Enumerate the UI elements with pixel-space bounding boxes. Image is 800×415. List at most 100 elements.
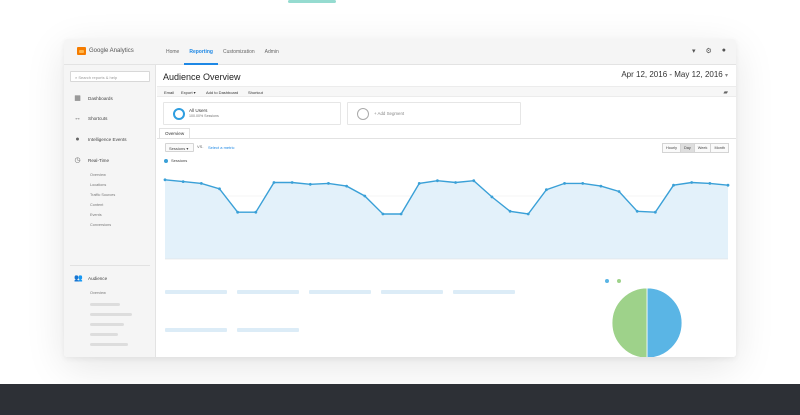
chart-point[interactable] [472,179,476,183]
chart-point[interactable] [308,182,312,186]
sidebar-subitem-placeholder[interactable] [90,343,128,346]
shortcut-button[interactable]: Shortcut [248,90,263,95]
segment-name: All Users [189,108,208,113]
pie-slice[interactable] [646,287,683,357]
metric-select[interactable]: Sessions ▾ [165,143,194,152]
grid-icon: ▦ [74,95,81,102]
select-metric-link[interactable]: Select a metric [208,145,234,150]
granularity-week-button[interactable]: Week [693,143,712,153]
sidebar-search-input[interactable]: ⌕ Search reports & help [70,71,150,82]
sidebar-item-label: Intelligence Events [88,137,127,142]
metric-tile [165,325,227,332]
sidebar-item-dashboards[interactable]: ▦ Dashboards [74,95,113,102]
chart-point[interactable] [181,180,185,183]
sidebar-subitem-placeholder[interactable] [90,323,124,326]
metric-tile [381,287,443,294]
sidebar-subitem-events[interactable]: Events [90,213,102,217]
sidebar-item-label: Audience [88,276,108,281]
sidebar-subitem-content[interactable]: Content [90,203,103,207]
chart-point[interactable] [381,212,385,216]
app-header: Google Analytics Home Reporting Customiz… [64,39,736,65]
chart-point[interactable] [599,184,603,188]
granularity-hourly-button[interactable]: Hourly [662,143,682,153]
tab-divider [157,138,736,139]
nav-tab-admin[interactable]: Admin [260,39,284,65]
chart-point[interactable] [163,178,167,182]
chart-point[interactable] [272,181,276,184]
chart-point[interactable] [436,179,439,183]
granularity-month-button[interactable]: Month [710,143,729,153]
main-nav: Home Reporting Customization Admin [161,39,284,65]
chart-point[interactable] [544,188,548,192]
chart-point[interactable] [708,182,712,185]
metric-tile [453,287,515,294]
chart-point[interactable] [399,212,403,216]
footer-band [0,384,800,415]
sidebar-subitem-conversions[interactable]: Conversions [90,223,111,227]
metric-sparkline [165,328,227,332]
export-button[interactable]: Export ▾ [181,90,196,95]
chart-point[interactable] [363,194,367,198]
chart-point[interactable] [726,183,730,187]
chart-point[interactable] [653,210,657,214]
sidebar-item-audience[interactable]: 👥 Audience [74,275,107,282]
chart-point[interactable] [199,182,203,185]
sidebar-item-label: Shortcuts [88,116,108,121]
nav-tab-home[interactable]: Home [161,39,184,65]
app-logo-text: Google Analytics [89,48,134,54]
sidebar-subitem-audience-overview[interactable]: Overview [90,291,106,295]
share-icon[interactable]: ▰ [723,89,728,96]
add-to-dashboard-button[interactable]: Add to Dashboard [206,90,238,95]
chart-point[interactable] [490,195,494,199]
analytics-window: Google Analytics Home Reporting Customiz… [64,39,736,357]
sidebar-item-intelligence-events[interactable]: ● Intelligence Events [74,136,127,143]
segment-all-users[interactable]: All Users 100.00% Sessions [163,102,341,125]
date-range-picker[interactable]: Apr 12, 2016 - May 12, 2016 ▾ [621,70,728,79]
nav-tab-reporting[interactable]: Reporting [184,39,218,65]
chart-point[interactable] [254,210,258,214]
chart-point[interactable] [526,212,530,216]
chart-point[interactable] [581,182,585,185]
metric-tile [165,287,227,294]
chart-point[interactable] [218,187,221,191]
chart-point[interactable] [454,181,457,184]
add-segment-button[interactable]: + Add Segment [347,102,521,125]
bell-icon[interactable]: ● [722,47,726,55]
arrows-icon: ↔ [74,115,81,122]
chevron-down-icon: ▾ [185,146,189,151]
chart-point[interactable] [563,182,566,185]
analytics-logo-icon [77,47,86,55]
chart-point[interactable] [345,184,349,188]
sidebar-subitem-placeholder[interactable] [90,333,118,336]
date-range-text: Apr 12, 2016 - May 12, 2016 [621,70,723,79]
page: Google Analytics Home Reporting Customiz… [0,0,800,415]
chart-point[interactable] [690,181,694,184]
caret-down-icon[interactable]: ▾ [692,47,696,55]
sidebar-subitem-overview[interactable]: Overview [90,173,106,177]
gear-icon[interactable]: ⚙ [705,47,711,55]
chart-point[interactable] [508,209,512,213]
chart-point[interactable] [635,209,639,213]
sidebar-item-shortcuts[interactable]: ↔ Shortcuts [74,115,107,122]
granularity-day-button[interactable]: Day [680,143,695,153]
chart-point[interactable] [617,190,621,193]
metric-tile [309,287,371,294]
nav-tab-customization[interactable]: Customization [218,39,260,65]
sidebar-subitem-traffic-sources[interactable]: Traffic Sources [90,193,115,197]
email-button[interactable]: Email [164,90,174,95]
sidebar-item-real-time[interactable]: ◷ Real-Time [74,157,109,164]
sidebar-subitem-placeholder[interactable] [90,313,132,316]
sidebar-subitem-locations[interactable]: Locations [90,183,106,187]
metric-sparkline [453,290,515,294]
pie-slice[interactable] [611,287,648,357]
sidebar-subitem-placeholder[interactable] [90,303,120,306]
sidebar-divider [70,265,150,266]
chart-point[interactable] [417,182,421,185]
vs-label: VS. [197,144,204,149]
chart-point[interactable] [672,183,675,187]
chart-point[interactable] [327,182,330,185]
app-logo[interactable]: Google Analytics [77,47,134,55]
top-accent-bar [288,0,336,3]
chart-point[interactable] [236,210,240,214]
chart-point[interactable] [290,181,294,184]
